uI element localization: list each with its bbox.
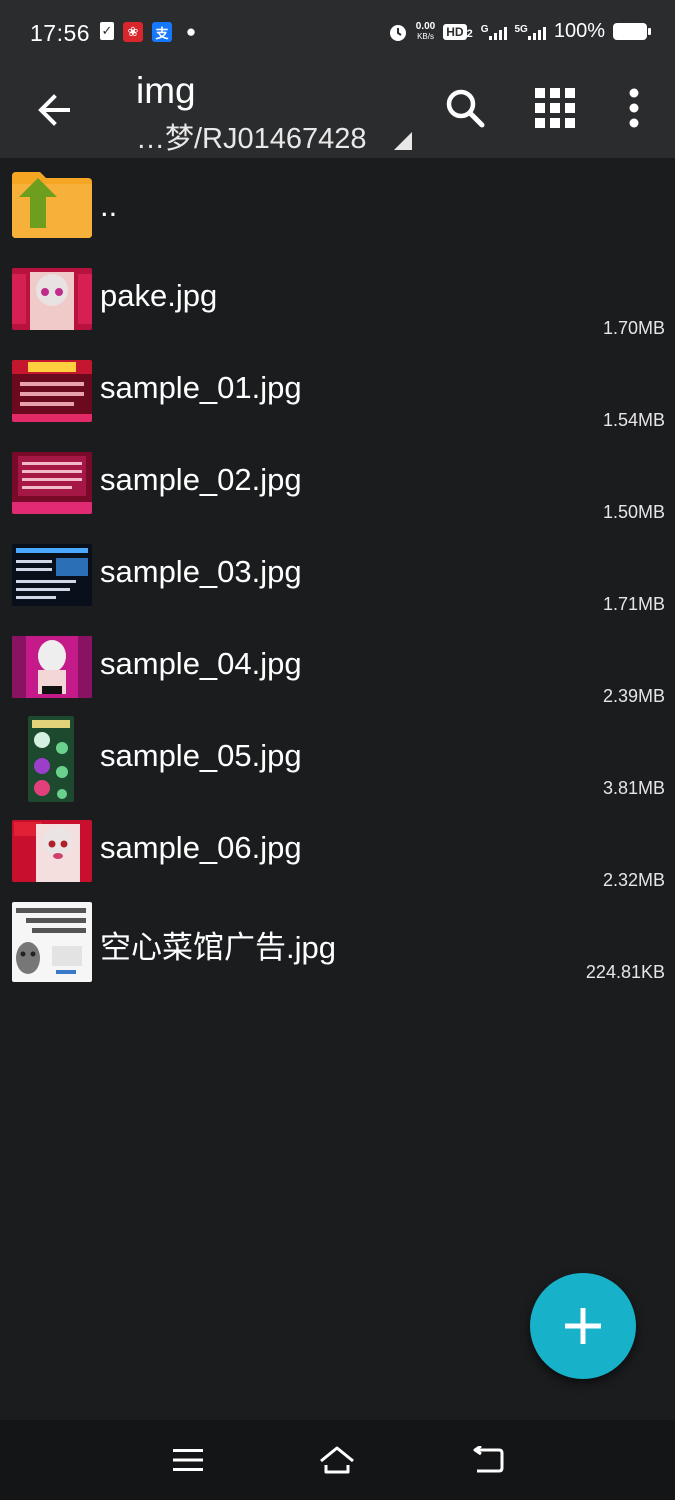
more-options-button[interactable] <box>606 80 662 136</box>
file-name: sample_04.jpg <box>100 646 302 681</box>
status-bar: 17:56 ✓ ❀ 支 ● 0.00 KB/s HD 2 G 5G 100% <box>0 0 675 68</box>
menu-icon <box>173 1449 203 1471</box>
file-name: sample_05.jpg <box>100 738 302 773</box>
image-thumbnail <box>28 716 74 802</box>
list-item[interactable]: sample_04.jpg 2.39MB <box>0 620 675 712</box>
file-list: .. pake.jpg 1.70MB sample_01.jpg 1.54MB <box>0 158 675 988</box>
back-nav-button[interactable] <box>468 1440 508 1480</box>
file-name: sample_06.jpg <box>100 830 302 865</box>
search-button[interactable] <box>437 80 493 136</box>
task-check-icon: ✓ <box>100 22 114 40</box>
list-item[interactable]: sample_02.jpg 1.50MB <box>0 436 675 528</box>
hd-icon: HD 2 <box>443 23 473 40</box>
file-name: sample_02.jpg <box>100 462 302 497</box>
list-item[interactable]: pake.jpg 1.70MB <box>0 252 675 344</box>
app-bar: img …梦/RJ01467428 <box>0 68 675 158</box>
net-speed-unit: KB/s <box>417 31 434 41</box>
status-right: 0.00 KB/s HD 2 G 5G 100% <box>388 20 651 43</box>
file-size: 1.71MB <box>602 594 665 614</box>
battery-percent: 100% <box>553 20 605 42</box>
list-item[interactable]: 空心菜馆广告.jpg 224.81KB <box>0 896 675 988</box>
file-size: 2.32MB <box>602 870 665 890</box>
file-name: sample_03.jpg <box>100 554 302 589</box>
page-title: img <box>136 70 196 111</box>
net-speed-value: 0.00 <box>415 20 436 32</box>
parent-folder-item[interactable]: .. <box>0 158 675 252</box>
notification-icons: ✓ ❀ 支 ● <box>100 22 201 42</box>
app-red-icon: ❀ <box>123 22 143 42</box>
home-icon <box>320 1446 354 1474</box>
image-thumbnail <box>12 360 92 422</box>
file-name: 空心菜馆广告.jpg <box>100 930 336 965</box>
home-nav-button[interactable] <box>317 1440 357 1480</box>
list-item[interactable]: sample_03.jpg 1.71MB <box>0 528 675 620</box>
plus-icon <box>565 1308 601 1344</box>
signal-2-icon: 5G <box>515 24 546 40</box>
more-vert-icon <box>629 88 639 128</box>
file-name: sample_01.jpg <box>100 370 302 405</box>
file-size: 1.70MB <box>602 318 665 338</box>
hd-sub: 2 <box>466 27 473 40</box>
status-time: 17:56 <box>30 20 91 46</box>
file-size: 3.81MB <box>602 778 665 798</box>
image-thumbnail <box>12 636 92 698</box>
image-thumbnail <box>12 544 92 606</box>
search-icon <box>446 89 485 128</box>
battery-icon <box>613 23 651 40</box>
system-nav-bar <box>0 1420 675 1500</box>
image-thumbnail <box>12 452 92 514</box>
grid-view-icon <box>535 88 575 128</box>
image-thumbnail <box>12 268 92 330</box>
image-thumbnail <box>12 820 92 882</box>
wechat-icon: ● <box>185 22 197 41</box>
list-item[interactable]: sample_05.jpg 3.81MB <box>0 712 675 804</box>
file-name: pake.jpg <box>100 278 218 313</box>
alipay-icon: 支 <box>152 22 172 42</box>
net-speed: 0.00 KB/s <box>415 20 436 42</box>
alarm-icon <box>389 24 406 41</box>
signal-1-label: G <box>480 23 489 35</box>
list-item[interactable]: sample_06.jpg 2.32MB <box>0 804 675 896</box>
grid-view-button[interactable] <box>527 80 583 136</box>
path-breadcrumb[interactable]: …梦/RJ01467428 <box>136 115 367 157</box>
hd-label: HD <box>443 23 467 40</box>
file-size: 1.50MB <box>602 502 665 522</box>
menu-nav-button[interactable] <box>168 1440 208 1480</box>
add-fab-button[interactable] <box>530 1273 636 1379</box>
path-dropdown-icon[interactable] <box>394 132 412 150</box>
list-item[interactable]: sample_01.jpg 1.54MB <box>0 344 675 436</box>
image-thumbnail <box>12 902 92 982</box>
file-size: 224.81KB <box>585 962 665 982</box>
file-size: 2.39MB <box>602 686 665 706</box>
back-button[interactable] <box>30 86 78 134</box>
signal-2-label: 5G <box>514 23 528 35</box>
back-nav-icon <box>473 1446 504 1473</box>
arrow-back-icon <box>38 94 70 126</box>
file-size: 1.54MB <box>602 410 665 430</box>
folder-up-icon <box>12 172 92 238</box>
signal-1-icon: G <box>481 24 507 40</box>
parent-folder-label: .. <box>100 188 118 223</box>
